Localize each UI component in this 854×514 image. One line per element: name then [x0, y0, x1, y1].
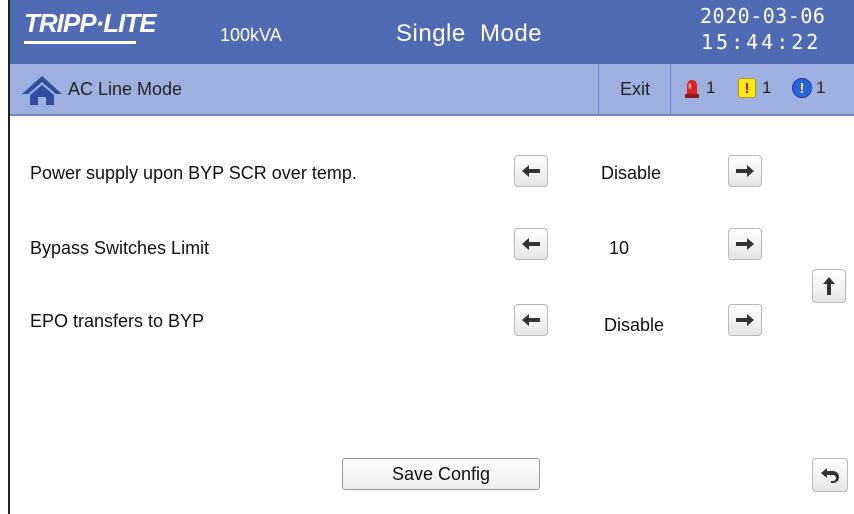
ac-line-mode-label: AC Line Mode	[68, 79, 183, 99]
decrease-button[interactable]	[514, 228, 548, 260]
brand-logo: TRIPP·LITE	[22, 8, 157, 44]
setting-value-byp-scr-overtemp: Disable	[601, 163, 662, 183]
return-icon	[821, 468, 839, 483]
arrow-left-icon	[522, 314, 540, 326]
info-alarm-indicator[interactable]: ! 1	[792, 77, 825, 99]
arrow-left-icon	[522, 165, 540, 177]
arrow-right-icon	[736, 165, 754, 177]
time-display: 15:44:22	[701, 30, 822, 54]
brand-logo-text: TRIPP·LITE	[24, 8, 157, 38]
setting-label-bypass-switches-limit: Bypass Switches Limit	[30, 238, 210, 258]
arrow-up-icon	[823, 277, 835, 295]
setting-value-epo-transfers-byp: Disable	[604, 315, 665, 335]
critical-alarm-count: 1	[706, 78, 716, 97]
capacity-label: 100kVA	[220, 25, 282, 45]
datetime-display: 2020-03-06 15:44:22	[700, 3, 825, 55]
home-icon[interactable]	[20, 74, 64, 106]
date-display: 2020-03-06	[700, 4, 826, 28]
critical-alarm-indicator[interactable]: 1	[684, 77, 715, 99]
increase-button[interactable]	[728, 228, 762, 260]
decrease-button[interactable]	[514, 155, 548, 187]
divider	[670, 64, 671, 114]
return-button[interactable]	[812, 458, 848, 492]
siren-icon	[685, 80, 699, 98]
info-alarm-count: 1	[816, 78, 826, 97]
increase-button[interactable]	[728, 304, 762, 336]
setting-label-byp-scr-overtemp: Power supply upon BYP SCR over temp.	[30, 163, 357, 183]
setting-value-bypass-switches-limit: 10	[609, 238, 630, 258]
decrease-button[interactable]	[514, 304, 548, 336]
operating-mode-title: Single Mode	[396, 20, 543, 47]
arrow-right-icon	[736, 238, 754, 250]
warning-icon: !	[738, 78, 756, 98]
brand-logo-underline	[24, 41, 136, 44]
arrow-right-icon	[736, 314, 754, 326]
exit-button[interactable]: Exit	[600, 64, 670, 114]
arrow-left-icon	[522, 238, 540, 250]
warning-alarm-indicator[interactable]: ! 1	[738, 77, 771, 99]
scroll-up-button[interactable]	[812, 269, 846, 303]
setting-label-epo-transfers-byp: EPO transfers to BYP	[30, 311, 205, 331]
warning-alarm-count: 1	[762, 78, 772, 97]
increase-button[interactable]	[728, 155, 762, 187]
divider	[598, 64, 599, 114]
info-icon: !	[792, 78, 812, 98]
save-config-button[interactable]: Save Config	[342, 458, 540, 490]
